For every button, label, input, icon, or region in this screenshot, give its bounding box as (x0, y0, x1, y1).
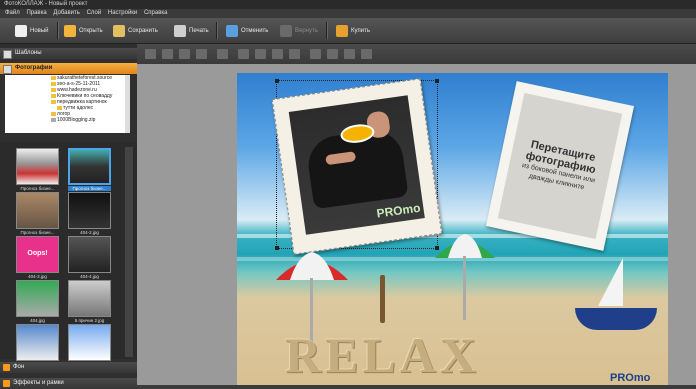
photos-header[interactable]: Фотографии (0, 63, 137, 74)
menu-file[interactable]: Файл (5, 10, 20, 16)
thumbnail-badge-text: Oops! (27, 250, 48, 257)
folder-tree[interactable]: sakuratheteforest.source seo-a-s-25-11-2… (5, 75, 130, 133)
main-toolbar: Новый Открыть Сохранить Печать Отменить … (0, 18, 696, 44)
bring-front-icon[interactable] (145, 49, 156, 59)
sailboat-sail (598, 258, 623, 306)
driftwood-stick (380, 275, 385, 323)
thumbnail-image (16, 280, 59, 317)
drop-hint: Перетащите фотографию из боковой панели … (497, 93, 623, 239)
undo-button[interactable]: Отменить (226, 21, 268, 40)
send-back-icon[interactable] (196, 49, 207, 59)
thumbnail[interactable]: Прогноз бизне... (68, 148, 111, 191)
umbrella-stripe (448, 234, 482, 258)
flip-vertical-icon[interactable] (255, 49, 266, 59)
umbrella-stripe (290, 252, 334, 280)
new-document-icon (15, 24, 27, 37)
effects-header[interactable]: Эффекты и рамки (0, 378, 137, 389)
menu-edit[interactable]: Правка (26, 10, 46, 16)
photo-frame[interactable]: PROmo (271, 78, 443, 255)
send-backward-icon[interactable] (179, 49, 190, 59)
thumbnail-image (68, 148, 111, 185)
save-button[interactable]: Сохранить (113, 21, 158, 40)
promo-watermark-corner: PROmo (610, 372, 651, 384)
printer-icon (174, 24, 186, 37)
open-button[interactable]: Открыть (64, 21, 103, 40)
thumbnail[interactable] (68, 324, 111, 367)
thumbnail[interactable]: Oops! 404-3.jpg (16, 236, 59, 279)
undo-icon (226, 24, 238, 37)
resize-handle[interactable] (435, 79, 439, 83)
photos-icon (3, 65, 12, 74)
thumbnail-image (16, 148, 59, 185)
thumbnail[interactable]: 5 причин 2.jpg (68, 280, 111, 323)
title-bar: ФотоКОЛЛАЖ - Новый проект (0, 0, 696, 9)
folder-icon (51, 88, 56, 92)
thumbnail[interactable]: 404-2.jpg (68, 192, 111, 235)
sand-text: RELAX (285, 327, 481, 383)
thumbnail-image (68, 280, 111, 317)
window-title: ФотоКОЛЛАЖ - Новый проект (4, 1, 88, 7)
thumbnail-image: Oops! (16, 236, 59, 273)
menu-layer[interactable]: Слой (87, 10, 102, 16)
thumbnail-image (68, 324, 111, 361)
toolbar-separator (216, 22, 218, 39)
thumbnail[interactable]: 404.jpg (16, 280, 59, 323)
crop-icon[interactable] (289, 49, 300, 59)
toolbar-separator (57, 22, 59, 39)
thumbnail-image (68, 236, 111, 273)
effects-icon (3, 380, 10, 387)
zip-icon (51, 118, 56, 122)
redo-button[interactable]: Вернуть (280, 21, 318, 40)
menu-bar: Файл Правка Добавить Слой Настройки Спра… (0, 9, 696, 18)
key-icon (336, 24, 348, 37)
tree-item[interactable]: 1000Blogging.zip (5, 117, 130, 123)
umbrella-pole (463, 256, 466, 320)
thumbnail-image (16, 192, 59, 229)
folder-icon (51, 112, 56, 116)
folder-icon (51, 82, 56, 86)
rotate-icon[interactable] (272, 49, 283, 59)
thumbnail[interactable]: 404-4.jpg (68, 236, 111, 279)
thumbnail[interactable]: Прогноз бизне... (16, 192, 59, 235)
toolbar-separator (326, 22, 328, 39)
thumbnail-image (16, 324, 59, 361)
green-umbrella (435, 234, 495, 320)
sailboat-hull (575, 308, 657, 330)
folder-icon (57, 106, 62, 110)
folder-icon (51, 76, 56, 80)
settings-icon[interactable] (344, 49, 355, 59)
menu-help[interactable]: Справка (144, 10, 168, 16)
promo-watermark: PROmo (375, 200, 422, 221)
templates-icon (3, 50, 12, 59)
redo-icon (280, 24, 292, 37)
new-button[interactable]: Новый (15, 21, 49, 40)
print-button[interactable]: Печать (174, 21, 209, 40)
layer-toolbar (137, 44, 696, 64)
thumbnail[interactable] (16, 324, 59, 367)
menu-settings[interactable]: Настройки (108, 10, 137, 16)
thumbnail-image (68, 192, 111, 229)
effects-icon[interactable] (361, 49, 372, 59)
buy-button[interactable]: Купить (336, 21, 370, 40)
delete-icon[interactable] (310, 49, 321, 59)
align-icon[interactable] (217, 49, 228, 59)
folder-icon (51, 94, 56, 98)
thumbnail[interactable]: Прогноз бизне... (16, 148, 59, 191)
tree-scrollbar[interactable] (125, 75, 130, 133)
thumbnail-grid: Прогноз бизне... Прогноз бизне... Прогно… (0, 142, 137, 361)
resize-handle[interactable] (275, 79, 279, 83)
folder-open-icon (64, 24, 76, 37)
background-icon (3, 364, 10, 371)
thumbnail-scrollbar[interactable] (125, 147, 133, 357)
templates-header[interactable]: Шаблоны (0, 48, 137, 59)
flip-horizontal-icon[interactable] (238, 49, 249, 59)
photo: PROmo (288, 95, 425, 235)
menu-add[interactable]: Добавить (53, 10, 80, 16)
folder-icon (51, 100, 56, 104)
bring-forward-icon[interactable] (162, 49, 173, 59)
save-icon (113, 24, 125, 37)
properties-icon[interactable] (327, 49, 338, 59)
